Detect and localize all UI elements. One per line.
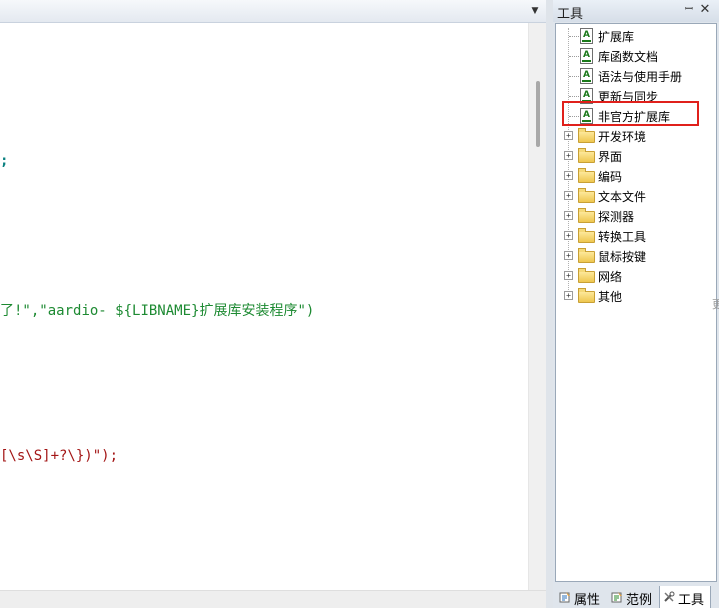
tree-folder-mouse-keys[interactable]: + 鼠标按键 [556,246,714,266]
expand-icon[interactable]: + [564,131,573,140]
expand-icon[interactable]: + [564,211,573,220]
tab-label: 范例 [626,593,653,608]
document-icon: A [580,48,593,64]
folder-icon [578,268,595,283]
tree-folder-encoding[interactable]: + 编码 [556,166,714,186]
editor-tab-strip: ▼ [0,0,546,23]
tree-item-label: 语法与使用手册 [598,70,683,84]
document-icon: A [580,108,593,124]
tree-item-label: 扩展库 [598,30,635,44]
pin-icon[interactable]: ꟷ [684,4,694,16]
tool-panel: 工具 ꟷ ✕ A 扩展库 A 库函数文档 A 语法与使用手册 A 更新与同步 A [553,0,719,616]
tree-folder-dev-env[interactable]: + 开发环境 [556,126,714,146]
tab-label: 工具 [678,593,705,608]
tree-folder-other[interactable]: + 其他 [556,286,714,306]
tree-item-update-sync[interactable]: A 更新与同步 [556,86,714,106]
tools-icon [664,591,675,602]
folder-icon [578,168,595,183]
tab-examples[interactable]: 范例 [608,586,658,608]
scrollbar-thumb[interactable] [536,81,540,147]
tab-properties[interactable]: 属性 [556,586,606,608]
panel-tab-bar: 属性 范例 工具 [553,584,719,610]
tree-item-label: 库函数文档 [598,50,659,64]
folder-icon [578,128,595,143]
tree-item-label: 鼠标按键 [598,250,647,264]
tree-item-syntax-manual[interactable]: A 语法与使用手册 [556,66,714,86]
tree-item-label: 其他 [598,290,623,304]
properties-icon [559,592,570,603]
code-line-1: ; [0,153,9,169]
panel-splitter[interactable] [546,0,553,616]
tree-item-extensions[interactable]: A 扩展库 [556,26,714,46]
tree-item-library-docs[interactable]: A 库函数文档 [556,46,714,66]
tree-folder-ui[interactable]: + 界面 [556,146,714,166]
tree-item-label: 网络 [598,270,623,284]
tree-item-label: 更新与同步 [598,90,659,104]
code-line-2: 了!","aardio- ${LIBNAME}扩展库安装程序") [0,300,314,320]
expand-icon[interactable]: + [564,191,573,200]
tree-folder-network[interactable]: + 网络 [556,266,714,286]
chevron-down-icon[interactable]: ▼ [528,4,542,18]
folder-icon [578,188,595,203]
editor-vertical-scrollbar[interactable] [528,23,547,590]
panel-header: 工具 ꟷ ✕ [553,0,719,22]
expand-icon[interactable]: + [564,171,573,180]
tree-item-label: 转换工具 [598,230,647,244]
document-icon: A [580,28,593,44]
folder-icon [578,248,595,263]
tree-folder-detector[interactable]: + 探测器 [556,206,714,226]
panel-title: 工具 [557,7,584,22]
code-string-installer: "aardio- ${LIBNAME}扩展库安装程序") [39,303,315,319]
expand-icon[interactable]: + [564,291,573,300]
clipped-edge-text: 更 [712,298,719,311]
folder-icon [578,228,595,243]
document-icon: A [580,88,593,104]
tree-item-label: 编码 [598,170,623,184]
code-line-3: [\s\S]+?\})"); [0,448,119,464]
folder-icon [578,208,595,223]
code-editor[interactable]: ; 了!","aardio- ${LIBNAME}扩展库安装程序") [\s\S… [0,23,528,590]
close-icon[interactable]: ✕ [699,3,711,17]
bottom-strip [0,608,719,616]
document-icon: A [580,68,593,84]
expand-icon[interactable]: + [564,251,573,260]
expand-icon[interactable]: + [564,271,573,280]
examples-icon [611,592,622,603]
tree-item-label: 非官方扩展库 [598,110,671,124]
tree-folder-conversion-tools[interactable]: + 转换工具 [556,226,714,246]
tree-item-label: 开发环境 [598,130,647,144]
folder-icon [578,288,595,303]
code-string-fragment: 了!", [0,303,40,319]
tool-tree[interactable]: A 扩展库 A 库函数文档 A 语法与使用手册 A 更新与同步 A 非官方扩展库… [555,23,717,582]
editor-horizontal-scrollbar[interactable] [0,590,546,609]
tab-label: 属性 [574,593,601,608]
expand-icon[interactable]: + [564,231,573,240]
tree-item-unofficial-extensions[interactable]: A 非官方扩展库 [556,106,714,126]
tree-item-label: 探测器 [598,210,635,224]
tree-item-label: 界面 [598,150,623,164]
tree-item-label: 文本文件 [598,190,647,204]
expand-icon[interactable]: + [564,151,573,160]
tree-folder-text-files[interactable]: + 文本文件 [556,186,714,206]
tab-tools[interactable]: 工具 [659,586,711,609]
folder-icon [578,148,595,163]
